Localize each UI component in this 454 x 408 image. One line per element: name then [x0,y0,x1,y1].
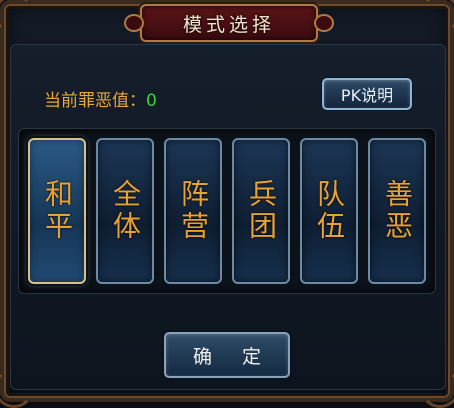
confirm-button[interactable]: 确 定 [164,332,290,378]
mode-card-legion[interactable]: 兵团 [232,138,290,284]
mode-label: 兵团 [245,179,278,243]
title-plate: 模式选择 [124,4,334,42]
dialog-title: 模式选择 [182,13,275,36]
mode-label: 队伍 [313,179,346,243]
mode-card-peace[interactable]: 和平 [28,138,86,284]
karma-status: 当前罪恶值：0 [44,86,157,111]
mode-card-all[interactable]: 全体 [96,138,154,284]
mode-card-good-evil[interactable]: 善恶 [368,138,426,284]
mode-label: 和平 [41,179,74,243]
mode-label: 全体 [109,179,142,243]
ornament-corner [0,0,34,34]
mode-card-faction[interactable]: 阵营 [164,138,222,284]
mode-label: 善恶 [381,179,414,243]
karma-value: 0 [146,91,157,111]
mode-label: 阵营 [177,179,210,243]
pk-help-button[interactable]: PK说明 [322,78,412,110]
mode-card-team[interactable]: 队伍 [300,138,358,284]
ornament-corner [420,0,454,34]
karma-label: 当前罪恶值： [44,91,146,111]
